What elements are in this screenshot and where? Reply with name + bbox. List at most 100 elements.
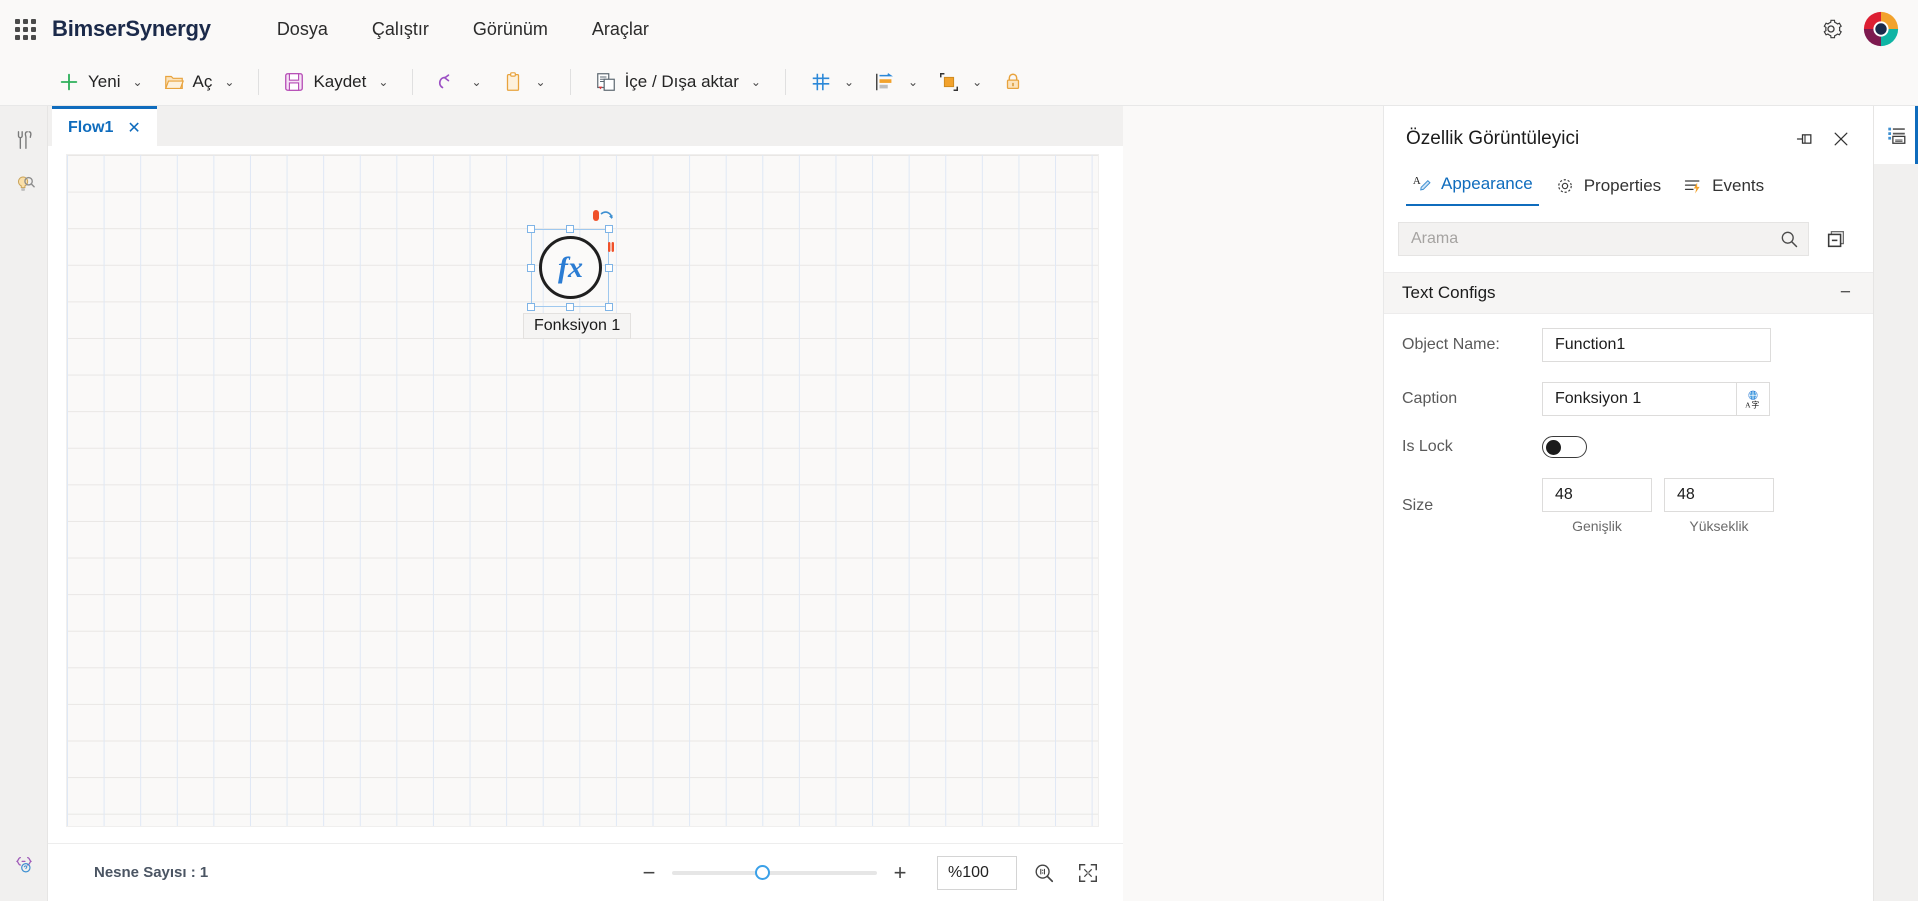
object-name-input[interactable] bbox=[1542, 328, 1771, 362]
zoom-value-input[interactable] bbox=[937, 856, 1017, 890]
rail-item-tools[interactable] bbox=[4, 118, 44, 162]
new-button-label: Yeni bbox=[88, 72, 120, 92]
is-lock-toggle[interactable] bbox=[1542, 436, 1587, 458]
gear-icon bbox=[1555, 176, 1575, 196]
search-button[interactable] bbox=[1770, 223, 1808, 255]
resize-handle-sw[interactable] bbox=[527, 303, 535, 311]
rotate-handle-icon[interactable] bbox=[588, 207, 618, 233]
svg-text:A: A bbox=[1413, 175, 1421, 187]
arrange-icon bbox=[938, 71, 960, 93]
menu-calistir[interactable]: Çalıştır bbox=[350, 11, 451, 48]
search-input[interactable] bbox=[1399, 223, 1770, 255]
zoom-in-button[interactable]: + bbox=[883, 856, 917, 890]
open-button[interactable]: Aç ⌄ bbox=[153, 64, 245, 100]
caption-translate-button[interactable]: A 字 bbox=[1736, 382, 1770, 416]
rail-item-inspect[interactable] bbox=[4, 162, 44, 206]
tab-properties[interactable]: Properties bbox=[1549, 170, 1667, 206]
save-button[interactable]: Kaydet ⌄ bbox=[273, 64, 398, 100]
width-input[interactable] bbox=[1542, 478, 1652, 512]
width-caption: Genişlik bbox=[1572, 518, 1622, 534]
menu-gorunum[interactable]: Görünüm bbox=[451, 11, 570, 48]
tab-events[interactable]: Events bbox=[1677, 170, 1770, 206]
zoom-slider[interactable] bbox=[672, 863, 877, 883]
chevron-down-icon[interactable]: ⌄ bbox=[224, 75, 234, 89]
fit-to-screen-button[interactable] bbox=[1071, 856, 1105, 890]
height-input[interactable] bbox=[1664, 478, 1774, 512]
chevron-down-icon[interactable]: ⌄ bbox=[471, 75, 481, 89]
section-text-configs[interactable]: Text Configs − bbox=[1384, 272, 1873, 314]
app-brand-title: BimserSynergy bbox=[52, 16, 211, 42]
align-button[interactable]: ⌄ bbox=[864, 64, 928, 100]
menu-dosya[interactable]: Dosya bbox=[255, 11, 350, 48]
chevron-down-icon[interactable]: ⌄ bbox=[132, 75, 142, 89]
resize-handle-e[interactable] bbox=[605, 264, 613, 272]
gear-icon[interactable] bbox=[1818, 16, 1844, 42]
chevron-down-icon[interactable]: ⌄ bbox=[972, 75, 982, 89]
rail-item-script[interactable] bbox=[4, 843, 44, 887]
svg-text:字: 字 bbox=[1751, 399, 1759, 409]
search-icon bbox=[1779, 229, 1799, 249]
grid-button[interactable]: ⌄ bbox=[800, 64, 864, 100]
new-button[interactable]: Yeni ⌄ bbox=[48, 64, 153, 100]
lock-button[interactable] bbox=[992, 64, 1034, 100]
caption-label: Caption bbox=[1402, 390, 1542, 408]
chevron-down-icon[interactable]: ⌄ bbox=[378, 75, 388, 89]
panel-header: Özellik Görüntüleyici bbox=[1384, 106, 1873, 150]
pin-icon[interactable] bbox=[1795, 129, 1815, 149]
close-icon[interactable]: ✕ bbox=[127, 118, 140, 138]
arrange-button[interactable]: ⌄ bbox=[928, 64, 992, 100]
section-collapse-toggle[interactable]: − bbox=[1840, 282, 1851, 304]
undo-icon bbox=[437, 71, 459, 93]
topbar-right-actions bbox=[1818, 10, 1918, 48]
resize-handle-se[interactable] bbox=[605, 303, 613, 311]
chevron-down-icon[interactable]: ⌄ bbox=[536, 75, 546, 89]
size-label: Size bbox=[1402, 497, 1542, 515]
toolbar-divider bbox=[258, 69, 259, 95]
open-button-label: Aç bbox=[193, 72, 213, 92]
toggle-knob bbox=[1546, 440, 1561, 455]
chevron-down-icon[interactable]: ⌄ bbox=[844, 75, 854, 89]
events-lightning-icon bbox=[1683, 176, 1703, 196]
align-icon bbox=[874, 71, 896, 93]
function-node-circle[interactable]: fx bbox=[539, 236, 602, 299]
app-launcher-icon[interactable] bbox=[12, 16, 38, 42]
import-export-button[interactable]: İçe / Dışa aktar ⌄ bbox=[585, 64, 771, 100]
tab-appearance-label: Appearance bbox=[1441, 174, 1533, 194]
flow-canvas[interactable]: fx Fonksiyon 1 bbox=[66, 154, 1099, 827]
field-object-name: Object Name: bbox=[1402, 328, 1851, 362]
grid-icon bbox=[810, 71, 832, 93]
resize-handle-s[interactable] bbox=[566, 303, 574, 311]
toolbar-divider bbox=[785, 69, 786, 95]
undo-button[interactable]: ⌄ bbox=[427, 64, 491, 100]
paste-button[interactable]: ⌄ bbox=[492, 64, 556, 100]
user-logo-icon[interactable] bbox=[1862, 10, 1900, 48]
chevron-down-icon[interactable]: ⌄ bbox=[908, 75, 918, 89]
resize-handle-w[interactable] bbox=[527, 264, 535, 272]
size-height-group: Yükseklik bbox=[1664, 478, 1774, 534]
zoom-slider-thumb[interactable] bbox=[755, 865, 770, 880]
flow-node-function1[interactable]: fx Fonksiyon 1 bbox=[531, 229, 609, 307]
panel-search-row bbox=[1384, 206, 1873, 272]
tab-appearance[interactable]: A Appearance bbox=[1406, 168, 1539, 206]
toolbar-divider bbox=[412, 69, 413, 95]
resize-handle-n[interactable] bbox=[566, 225, 574, 233]
idea-search-icon bbox=[13, 173, 35, 195]
close-icon[interactable] bbox=[1831, 129, 1851, 149]
tab-flow1[interactable]: Flow1 ✕ bbox=[52, 106, 157, 146]
svg-text:A: A bbox=[1745, 400, 1751, 409]
collapse-all-button[interactable] bbox=[1821, 228, 1851, 250]
panel-actions bbox=[1795, 129, 1851, 149]
tools-icon bbox=[13, 129, 35, 151]
collapse-all-icon bbox=[1825, 228, 1847, 250]
connection-port-icon[interactable] bbox=[607, 241, 615, 253]
caption-input[interactable] bbox=[1542, 382, 1736, 416]
chevron-down-icon[interactable]: ⌄ bbox=[751, 75, 761, 89]
menu-araclar[interactable]: Araçlar bbox=[570, 11, 671, 48]
resize-handle-nw[interactable] bbox=[527, 225, 535, 233]
resize-handle-ne[interactable] bbox=[605, 225, 613, 233]
properties-panel-toggle[interactable] bbox=[1874, 106, 1918, 164]
object-name-label: Object Name: bbox=[1402, 336, 1542, 354]
application-window: BimserSynergy Dosya Çalıştır Görünüm Ara… bbox=[0, 0, 1918, 901]
zoom-out-button[interactable]: − bbox=[632, 856, 666, 890]
zoom-one-to-one-button[interactable] bbox=[1027, 856, 1061, 890]
